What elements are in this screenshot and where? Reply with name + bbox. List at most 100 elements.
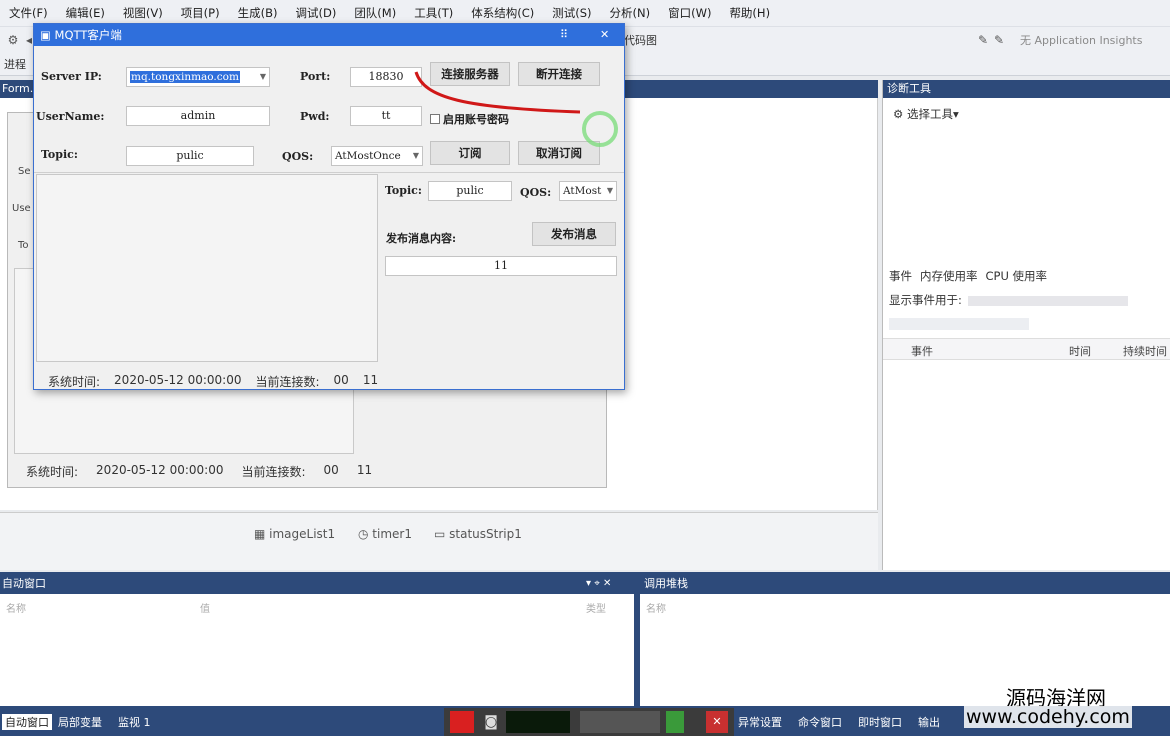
gear-icon: ⚙ xyxy=(893,107,907,121)
component-statusstrip[interactable]: ▭ statusStrip1 xyxy=(434,527,522,541)
topic-input[interactable]: pulic xyxy=(126,146,254,166)
tab-watch1[interactable]: 监视 1 xyxy=(118,714,151,730)
autos-col-type[interactable]: 类型 xyxy=(586,600,606,615)
status-time-value: 2020-05-12 00:00:00 xyxy=(114,373,242,387)
diagnostic-title: 诊断工具 xyxy=(883,80,1170,98)
pub-qos-label: QOS: xyxy=(520,186,552,199)
bg-status-conn-label: 当前连接数: xyxy=(241,465,306,479)
tab-memory[interactable]: 内存使用率 xyxy=(920,268,978,284)
component-imagelist[interactable]: ▦ imageList1 xyxy=(254,527,335,541)
menu-analyze[interactable]: 分析(N) xyxy=(601,5,660,21)
status-extra: 11 xyxy=(362,373,379,387)
qos-combo[interactable]: AtMostOnce ▼ xyxy=(331,146,423,166)
show-events-filter[interactable] xyxy=(967,295,1128,306)
close-icon[interactable]: ✕ xyxy=(706,711,728,733)
timer-icon: ◷ xyxy=(358,527,373,541)
pub-topic-label: Topic: xyxy=(385,184,422,197)
col-duration[interactable]: 持续时间 xyxy=(1123,343,1167,359)
diagnostic-tools-panel: 诊断工具 ⚙ 选择工具▾ 事件 内存使用率 CPU 使用率 显示事件用于: 事件… xyxy=(882,80,1170,570)
menu-window[interactable]: 窗口(W) xyxy=(659,5,720,21)
autos-col-name[interactable]: 名称 xyxy=(6,600,26,615)
tab-locals[interactable]: 局部变量 xyxy=(58,714,102,730)
autos-window-title: 自动窗口 ▾ ⌖ ✕ xyxy=(0,574,632,594)
received-messages-list[interactable] xyxy=(36,174,378,362)
port-label: Port: xyxy=(300,70,331,83)
bg-label-server: Se xyxy=(18,166,31,177)
menu-view[interactable]: 视图(V) xyxy=(114,5,172,21)
tab-events[interactable]: 事件 xyxy=(889,268,912,284)
menu-test[interactable]: 测试(S) xyxy=(543,5,600,21)
menu-help[interactable]: 帮助(H) xyxy=(720,5,779,21)
bg-label-user: Use xyxy=(12,203,31,214)
statusstrip-icon: ▭ xyxy=(434,527,450,541)
tab-autos[interactable]: 自动窗口 xyxy=(2,714,52,730)
topic-label: Topic: xyxy=(41,148,78,161)
server-ip-combo[interactable]: mq.tongxinmao.com ▼ xyxy=(126,67,270,87)
username-label: UserName: xyxy=(36,110,105,123)
content-input[interactable]: 11 xyxy=(385,256,617,276)
camera-icon[interactable]: ◙ xyxy=(480,711,502,733)
menu-architecture[interactable]: 体系结构(C) xyxy=(462,5,543,21)
autos-window: 名称 值 类型 xyxy=(0,594,634,706)
pub-qos-combo[interactable]: AtMost ▼ xyxy=(559,181,617,201)
col-event[interactable]: 事件 xyxy=(911,343,933,359)
screen-icon[interactable] xyxy=(666,711,684,733)
chevron-down-icon: ▼ xyxy=(412,151,419,160)
close-icon[interactable]: ✕ xyxy=(600,24,609,46)
subscribe-button[interactable]: 订阅 xyxy=(430,141,510,165)
events-filter-blurred xyxy=(889,318,1029,330)
bg-status-extra: 11 xyxy=(356,463,373,477)
publish-button[interactable]: 发布消息 xyxy=(532,222,616,246)
username-input[interactable]: admin xyxy=(126,106,270,126)
watermark-url: www.codehy.com xyxy=(964,706,1132,728)
menu-file[interactable]: 文件(F) xyxy=(0,5,57,21)
imagelist-icon: ▦ xyxy=(254,527,270,541)
tab-command-window[interactable]: 命令窗口 xyxy=(798,714,842,730)
record-icon[interactable] xyxy=(450,711,474,733)
divider xyxy=(34,172,624,173)
bg-status-time-label: 系统时间: xyxy=(26,465,79,479)
component-timer[interactable]: ◷ timer1 xyxy=(358,527,412,541)
bg-status-time-value: 2020-05-12 00:00:00 xyxy=(96,463,224,477)
chevron-down-icon: ▼ xyxy=(606,186,613,195)
menu-team[interactable]: 团队(M) xyxy=(345,5,405,21)
menu-tools[interactable]: 工具(T) xyxy=(405,5,462,21)
pin-icon[interactable]: ✎ xyxy=(976,33,990,47)
annotation-arrow xyxy=(414,71,581,114)
gear-icon[interactable]: ⚙ xyxy=(6,33,20,47)
menu-debug[interactable]: 调试(D) xyxy=(286,5,345,21)
pub-topic-input[interactable]: pulic xyxy=(428,181,512,201)
chevron-down-icon: ▼ xyxy=(259,72,266,81)
tab-cpu[interactable]: CPU 使用率 xyxy=(986,268,1048,284)
code-map-button[interactable]: 代码图 xyxy=(624,32,657,48)
chevron-down-icon: ▾ xyxy=(952,107,959,121)
pub-qos-value: AtMost xyxy=(563,185,602,197)
app-insights-button[interactable]: 无 Application Insights xyxy=(1020,32,1142,48)
maximize-icon[interactable]: ⠿ xyxy=(560,24,568,46)
mqtt-client-dialog: ▣ MQTT客户端 ⠿ ✕ Server IP: mq.tongxinmao.c… xyxy=(33,23,625,390)
component-tray: ▦ imageList1 ◷ timer1 ▭ statusStrip1 xyxy=(0,512,878,570)
server-ip-value: mq.tongxinmao.com xyxy=(130,71,240,83)
show-events-label: 显示事件用于: xyxy=(889,293,962,307)
qos-label: QOS: xyxy=(282,150,314,163)
show-events-row: 显示事件用于: xyxy=(889,292,1128,308)
menu-project[interactable]: 项目(P) xyxy=(172,5,229,21)
pwd-label: Pwd: xyxy=(300,110,330,123)
tab-immediate-window[interactable]: 即时窗口 xyxy=(858,714,902,730)
autos-col-value[interactable]: 值 xyxy=(200,600,210,615)
tab-output[interactable]: 输出 xyxy=(918,714,940,730)
pin2-icon[interactable]: ✎ xyxy=(992,33,1006,47)
select-tools-button[interactable]: ⚙ 选择工具▾ xyxy=(893,106,959,122)
menu-edit[interactable]: 编辑(E) xyxy=(57,5,114,21)
tab-exception-settings[interactable]: 异常设置 xyxy=(738,714,782,730)
dialog-titlebar: ▣ MQTT客户端 ⠿ ✕ xyxy=(34,24,624,46)
qos-value: AtMostOnce xyxy=(335,150,401,162)
menu-build[interactable]: 生成(B) xyxy=(229,5,287,21)
dock-controls[interactable]: ▾ ⌖ ✕ xyxy=(586,574,611,594)
callstack-col-name[interactable]: 名称 xyxy=(646,600,666,615)
server-ip-label: Server IP: xyxy=(41,70,102,83)
unsubscribe-button[interactable]: 取消订阅 xyxy=(518,141,600,165)
col-time[interactable]: 时间 xyxy=(1069,343,1091,359)
timer-display xyxy=(580,711,660,733)
status-conn-value: 00 xyxy=(333,373,349,387)
